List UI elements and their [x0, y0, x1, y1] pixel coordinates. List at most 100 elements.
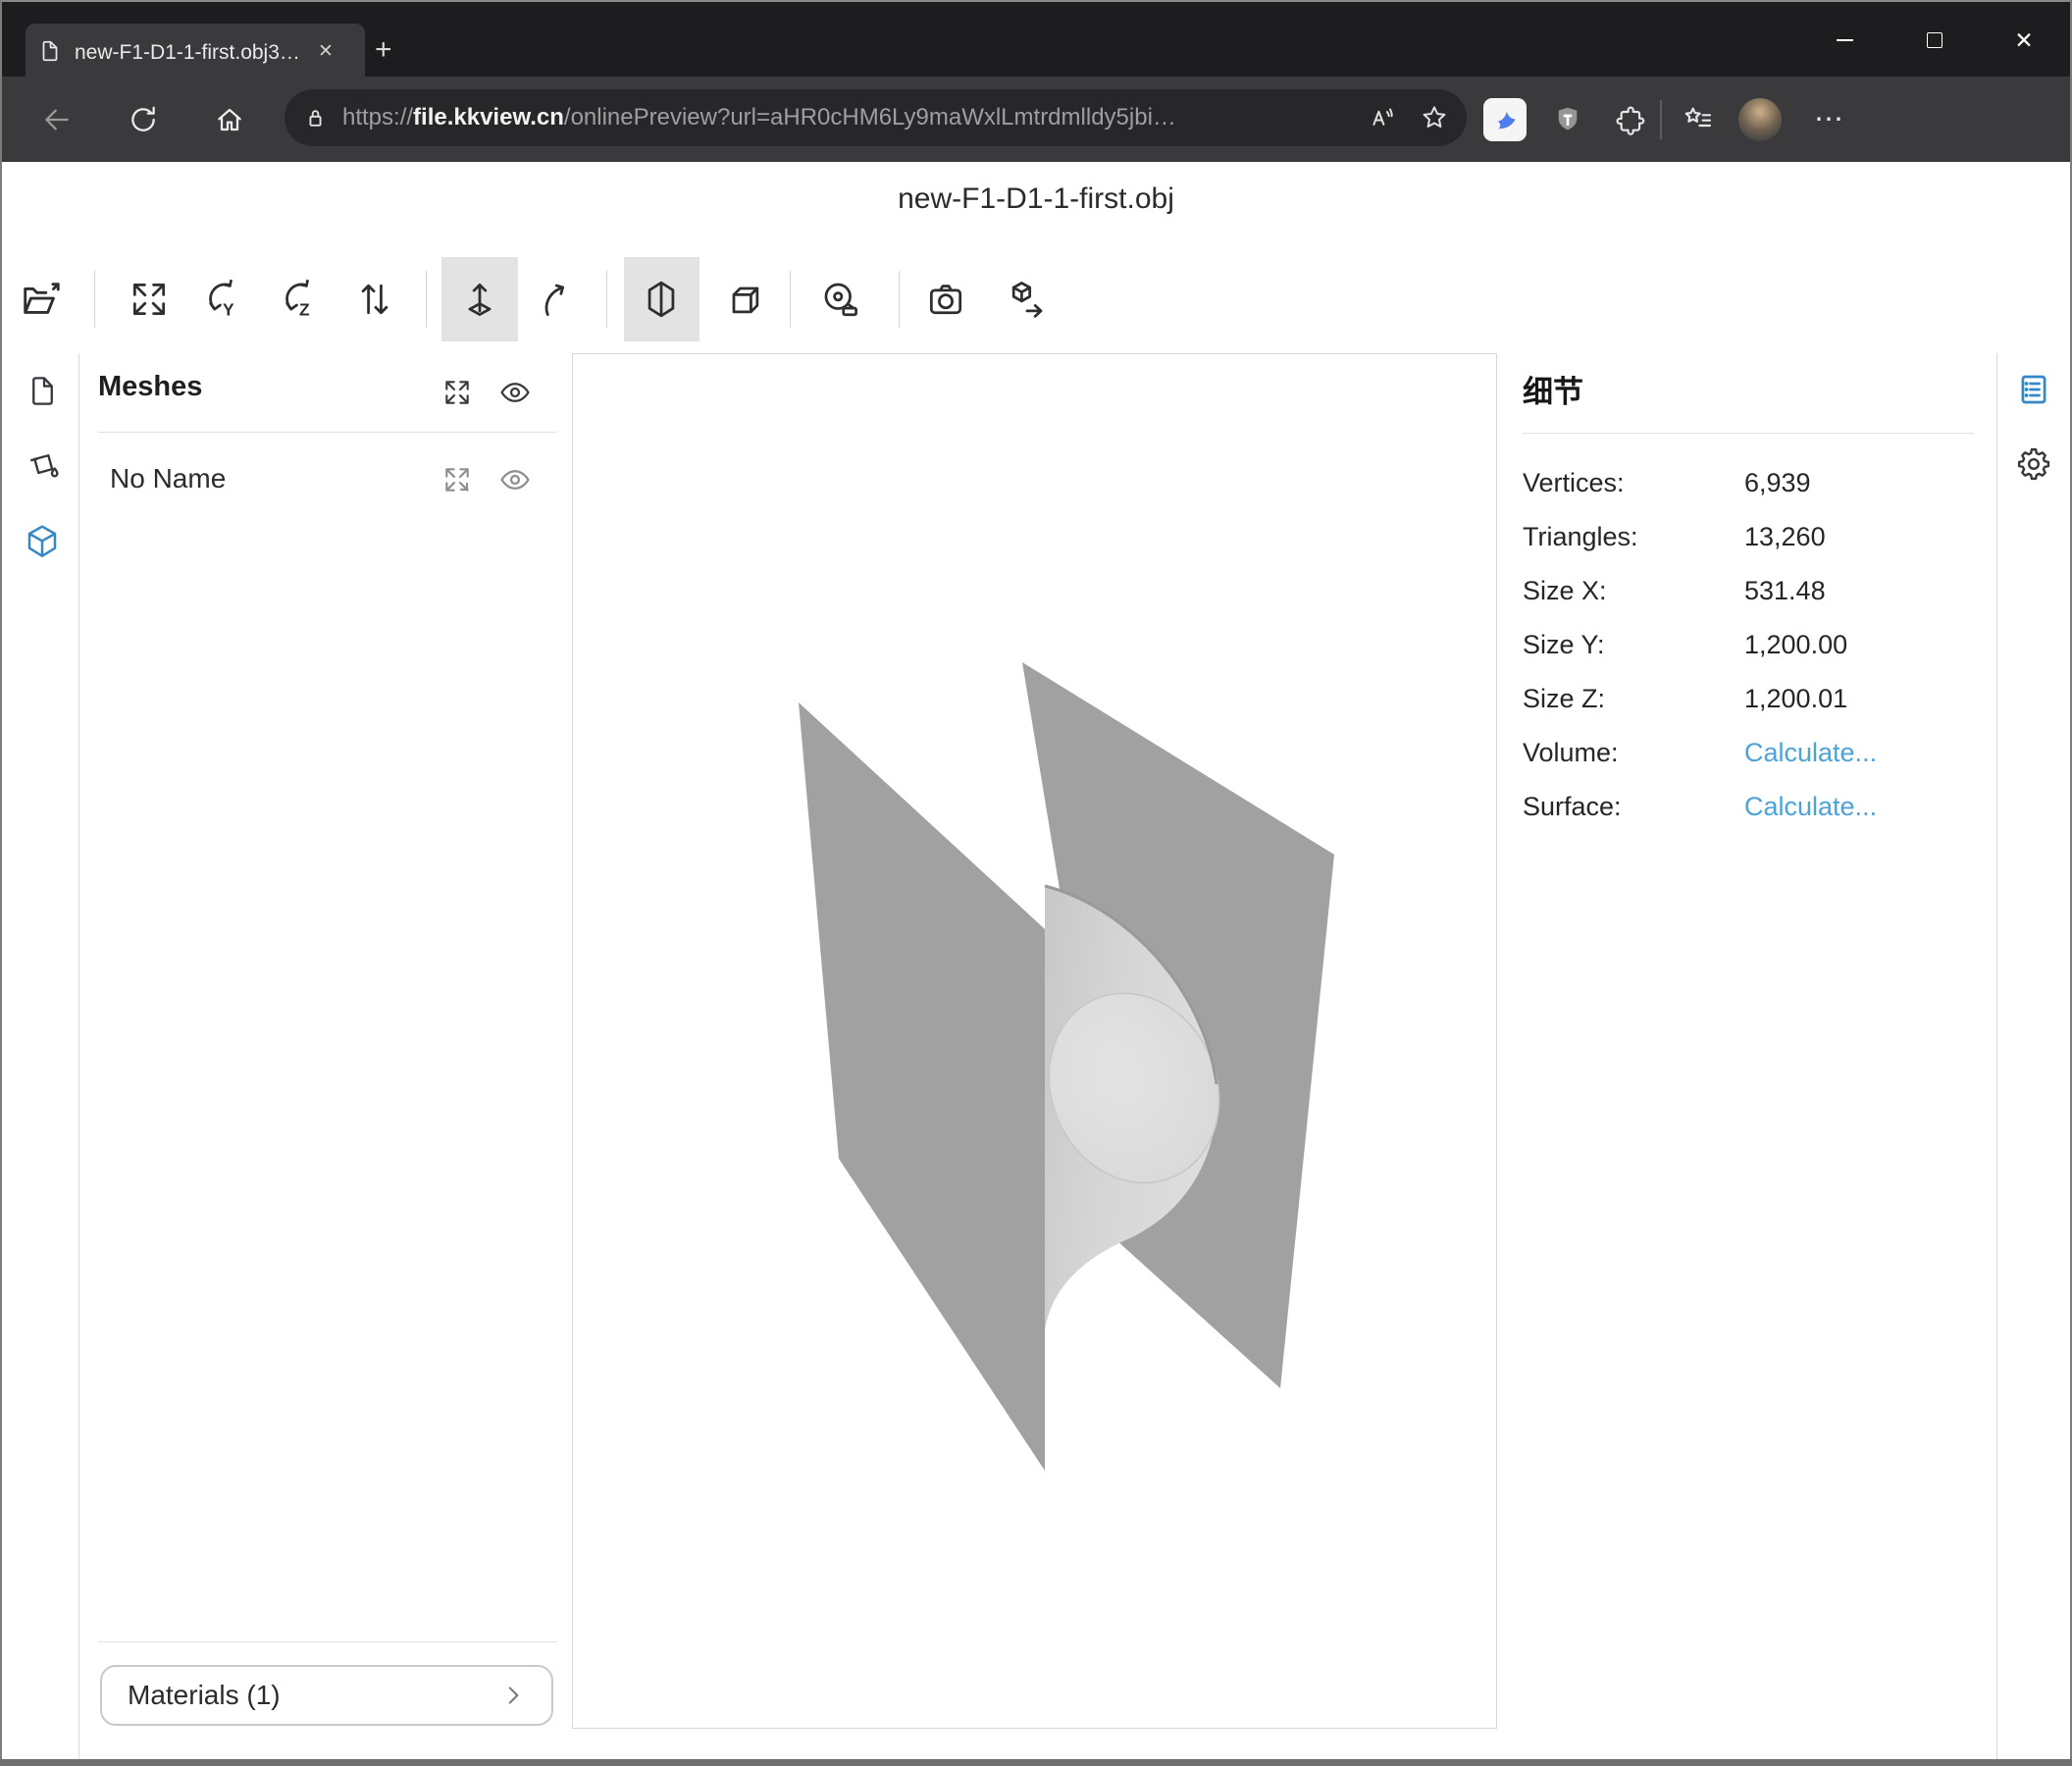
details-tab-button[interactable]	[2013, 369, 2054, 410]
detail-label: Size Z:	[1523, 684, 1744, 714]
extensions-button[interactable]	[1601, 77, 1660, 162]
flip-arrows-icon	[353, 278, 396, 321]
close-icon: ✕	[2014, 27, 2033, 54]
camera-icon	[924, 278, 967, 321]
window-close-button[interactable]: ✕	[1990, 2, 2058, 78]
detail-value: 1,200.00	[1744, 630, 1847, 660]
detail-row-volume: Volume: Calculate...	[1523, 726, 1974, 780]
solid-shading-icon	[640, 278, 683, 321]
url-text: https://file.kkview.cn/onlinePreview?url…	[342, 104, 1314, 131]
export-model-icon	[1005, 278, 1048, 321]
window-minimize-button[interactable]	[1810, 2, 1879, 78]
paint-material-icon	[24, 447, 61, 485]
3d-viewport[interactable]	[572, 353, 1497, 1729]
home-icon	[214, 104, 245, 135]
measure-button[interactable]	[815, 274, 866, 325]
mesh-item-name[interactable]: No Name	[110, 463, 226, 494]
bird-extension-icon	[1488, 103, 1522, 136]
details-panel-title: 细节	[1523, 367, 1583, 411]
toolbar-separator	[899, 271, 900, 328]
browser-tab[interactable]: new-F1-D1-1-first.obj3D预览 ✕	[26, 24, 365, 78]
toolbar-separator	[94, 271, 95, 328]
browser-window: new-F1-D1-1-first.obj3D预览 ✕ + ✕ https://…	[0, 0, 2072, 1766]
details-divider	[1523, 433, 1974, 434]
page-favicon-icon	[37, 38, 63, 64]
home-button[interactable]	[200, 77, 259, 162]
new-tab-button[interactable]: +	[375, 35, 392, 65]
mesh-item-visibility-button[interactable]	[498, 463, 532, 496]
meshes-divider	[98, 432, 557, 433]
shading-solid-button[interactable]	[636, 274, 687, 325]
tab-close-icon[interactable]: ✕	[318, 40, 334, 63]
shield-extension-icon	[1552, 104, 1583, 135]
favorite-star-icon[interactable]	[1420, 103, 1449, 132]
3d-model-render	[573, 354, 1496, 1728]
lock-icon	[302, 105, 329, 131]
detail-row-surface: Surface: Calculate...	[1523, 780, 1974, 834]
meshes-visibility-button[interactable]	[498, 376, 532, 409]
wireframe-box-button[interactable]	[719, 274, 770, 325]
screenshot-button[interactable]	[920, 274, 971, 325]
cube-icon	[23, 522, 62, 561]
expand-arrows-icon	[441, 464, 473, 495]
collections-button[interactable]	[1669, 77, 1728, 162]
detail-value: 531.48	[1744, 576, 1826, 606]
right-strip-divider	[1996, 353, 1997, 1759]
open-file-button[interactable]	[16, 274, 67, 325]
front-plane	[799, 702, 1045, 1471]
mesh-item-zoom-button[interactable]	[440, 463, 474, 496]
flip-vertical-button[interactable]	[349, 274, 400, 325]
profile-avatar[interactable]	[1738, 98, 1782, 141]
extension-bird-button[interactable]	[1483, 98, 1527, 141]
detail-value: 1,200.01	[1744, 684, 1847, 714]
detail-label: Triangles:	[1523, 522, 1744, 552]
calculate-volume-link[interactable]: Calculate...	[1744, 738, 1877, 768]
url-domain: file.kkview.cn	[413, 104, 564, 130]
rotate-z-button[interactable]: Z	[274, 274, 325, 325]
window-border-bottom	[0, 1759, 2072, 1766]
materials-divider	[98, 1641, 557, 1642]
model-panel-button[interactable]	[23, 522, 62, 561]
detail-label: Volume:	[1523, 738, 1744, 768]
materials-label: Materials (1)	[128, 1680, 281, 1711]
window-maximize-button[interactable]	[1900, 2, 1969, 78]
refresh-button[interactable]	[114, 77, 173, 162]
maximize-icon	[1927, 32, 1942, 48]
window-border-left	[0, 0, 2, 1766]
page-title: new-F1-D1-1-first.obj	[0, 182, 2072, 216]
up-axis-button[interactable]	[454, 274, 505, 325]
url-path: /onlinePreview?url=aHR0cHM6Ly9maWxlLmtrd…	[564, 104, 1176, 130]
eye-icon	[498, 462, 532, 497]
back-button[interactable]	[27, 77, 86, 162]
detail-value: 13,260	[1744, 522, 1826, 552]
meshes-zoom-button[interactable]	[440, 376, 474, 409]
extension-shield-button[interactable]	[1538, 77, 1597, 162]
detail-row-vertices: Vertices: 6,939	[1523, 456, 1974, 510]
orbit-button[interactable]	[530, 274, 581, 325]
tab-title: new-F1-D1-1-first.obj3D预览	[75, 36, 314, 66]
toolbar-separator	[1660, 100, 1662, 139]
expand-arrows-icon	[441, 377, 473, 408]
expand-arrows-icon	[128, 278, 171, 321]
calculate-surface-link[interactable]: Calculate...	[1744, 792, 1877, 822]
fit-view-button[interactable]	[124, 274, 175, 325]
rotate-y-button[interactable]: Y	[197, 274, 248, 325]
address-bar[interactable]: https://file.kkview.cn/onlinePreview?url…	[285, 89, 1467, 146]
toolbar-separator	[426, 271, 427, 328]
settings-tab-button[interactable]	[2013, 443, 2054, 485]
svg-text:Z: Z	[299, 300, 310, 320]
refresh-icon	[128, 104, 159, 135]
detail-label: Vertices:	[1523, 468, 1744, 498]
materials-panel-button[interactable]	[23, 446, 62, 486]
detail-label: Size X:	[1523, 576, 1744, 606]
export-button[interactable]	[1001, 274, 1052, 325]
title-bar: new-F1-D1-1-first.obj3D预览 ✕ + ✕	[0, 0, 2072, 77]
browser-menu-button[interactable]: ⋯	[1799, 77, 1858, 162]
detail-label: Size Y:	[1523, 630, 1744, 660]
measure-tape-icon	[819, 278, 862, 321]
toolbar-separator	[790, 271, 791, 328]
materials-button[interactable]: Materials (1)	[100, 1665, 553, 1726]
file-panel-button[interactable]	[23, 371, 62, 410]
detail-row-triangles: Triangles: 13,260	[1523, 510, 1974, 564]
read-aloud-icon[interactable]	[1365, 103, 1394, 132]
